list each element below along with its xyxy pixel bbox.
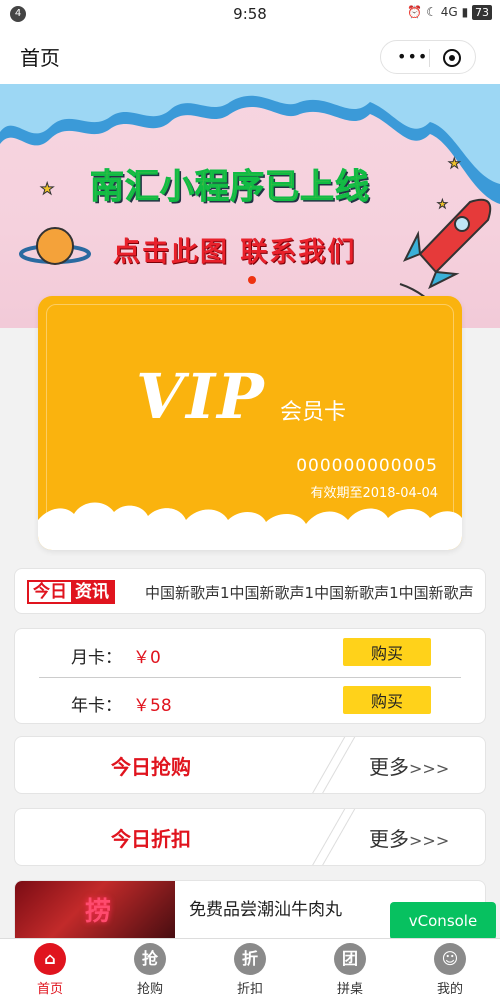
- membership-options: 月卡： ￥0 购买 年卡： ￥58 购买: [14, 628, 486, 724]
- tab-label: 抢购: [136, 982, 163, 997]
- star-icon: ★: [437, 197, 448, 211]
- news-ticker[interactable]: 今日 资讯 中国新歌声1中国新歌声1中国新歌声1中国新歌声1中国新歌声1: [14, 568, 486, 614]
- tab-flash-sale[interactable]: 抢 抢购: [100, 943, 200, 999]
- discount-icon: 折: [234, 943, 266, 975]
- status-bar: 4 9:58 ⏰ ☾ 4G ▮ 73: [0, 0, 500, 28]
- tab-label: 我的: [436, 982, 463, 997]
- more-link[interactable]: 更多>>>: [369, 751, 449, 780]
- yearly-card-row: 年卡： ￥58 购买: [15, 677, 485, 725]
- flash-sale-section[interactable]: 今日抢购 更多>>>: [14, 736, 486, 794]
- page-title: 首页: [20, 46, 60, 70]
- tab-label: 首页: [36, 982, 63, 997]
- star-icon: ★: [448, 156, 461, 172]
- member-card-label: 会员卡: [280, 400, 347, 425]
- close-miniprogram-icon[interactable]: [443, 49, 461, 67]
- thumbnail-sign: 捞: [85, 897, 112, 927]
- carousel-indicator: [248, 276, 256, 284]
- slash-divider: [312, 809, 356, 865]
- user-icon: ☺: [434, 943, 466, 975]
- tab-profile[interactable]: ☺ 我的: [400, 943, 500, 999]
- battery-icon: 73: [472, 5, 492, 20]
- slash-divider: [312, 737, 356, 793]
- home-icon: ⌂: [34, 943, 66, 975]
- capsule-divider: [429, 49, 430, 67]
- star-icon: ★: [40, 179, 54, 198]
- tab-bar: ⌂ 首页 抢 抢购 折 折扣 团 拼桌 ☺ 我的: [0, 938, 500, 1000]
- item-title: 免费品尝潮汕牛肉丸: [189, 900, 342, 920]
- promo-banner[interactable]: ★ ★ ★ 南汇小程序已上线 点击此图 联系我们: [0, 84, 500, 328]
- card-price: ￥0: [133, 648, 161, 668]
- navigation-bar: 首页 •••: [0, 28, 500, 84]
- network-label: 4G: [440, 5, 458, 19]
- group-icon: 团: [334, 943, 366, 975]
- card-type-label: 月卡：: [71, 648, 122, 668]
- vip-member-card[interactable]: VIP 会员卡 000000000005 有效期至2018-04-04: [38, 296, 462, 550]
- buy-yearly-button[interactable]: 购买: [343, 686, 431, 714]
- moon-icon: ☾: [426, 5, 437, 19]
- flash-sale-icon: 抢: [134, 943, 166, 975]
- card-number: 000000000005: [296, 456, 438, 476]
- buy-monthly-button[interactable]: 购买: [343, 638, 431, 666]
- tab-label: 拼桌: [336, 982, 363, 997]
- cloud-decoration: [38, 502, 462, 550]
- alarm-icon: ⏰: [407, 5, 423, 19]
- banner-subline: 点击此图 联系我们: [113, 237, 357, 268]
- vconsole-button[interactable]: vConsole: [390, 902, 496, 940]
- card-type-label: 年卡：: [71, 696, 122, 716]
- tab-group-table[interactable]: 团 拼桌: [300, 943, 400, 999]
- tab-label: 折扣: [236, 982, 263, 997]
- tab-discount[interactable]: 折 折扣: [200, 943, 300, 999]
- news-text: 中国新歌声1中国新歌声1中国新歌声1中国新歌声1中国新歌声1: [145, 584, 475, 602]
- more-link[interactable]: 更多>>>: [369, 823, 449, 852]
- card-price: ￥58: [133, 696, 172, 716]
- capsule-menu[interactable]: •••: [380, 40, 476, 74]
- signal-icon: ▮: [461, 5, 469, 19]
- tab-home[interactable]: ⌂ 首页: [0, 943, 100, 999]
- monthly-card-row: 月卡： ￥0 购买: [15, 629, 485, 677]
- banner-headline: 南汇小程序已上线: [90, 167, 370, 208]
- tag-news: 资讯: [71, 582, 113, 602]
- tag-today: 今日: [29, 582, 71, 602]
- vip-label: VIP: [136, 360, 266, 433]
- more-icon[interactable]: •••: [397, 49, 428, 65]
- discount-section[interactable]: 今日折扣 更多>>>: [14, 808, 486, 866]
- status-icons: ⏰ ☾ 4G ▮ 73: [407, 5, 492, 20]
- today-news-tag: 今日 资讯: [27, 580, 115, 604]
- planet-icon: [19, 227, 91, 265]
